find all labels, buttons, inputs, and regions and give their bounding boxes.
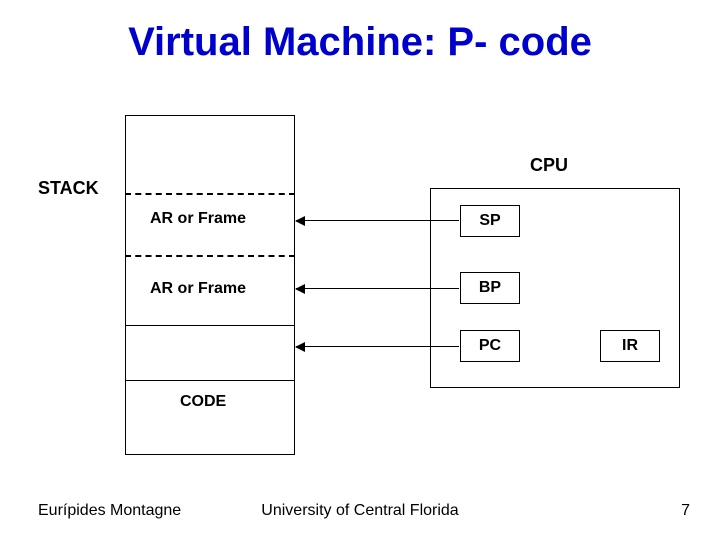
footer-org: University of Central Florida [0,502,720,520]
arrow-sp [296,220,459,221]
code-label: CODE [180,393,226,411]
arrow-bp [296,288,459,289]
register-sp: SP [460,205,520,237]
stack-label: STACK [38,178,99,199]
diagram-area: STACK AR or Frame AR or Frame CODE CPU S… [0,100,720,460]
stack-solid-divider [125,325,295,326]
slide-title: Virtual Machine: P- code [0,0,720,65]
register-bp: BP [460,272,520,304]
cpu-label: CPU [530,155,568,176]
arrow-pc [296,346,459,347]
frame-label-1: AR or Frame [150,210,246,228]
stack-dashed-divider [125,255,295,257]
footer-page-number: 7 [681,502,690,520]
stack-solid-divider [125,380,295,381]
register-ir: IR [600,330,660,362]
stack-dashed-divider [125,193,295,195]
register-pc: PC [460,330,520,362]
frame-label-2: AR or Frame [150,280,246,298]
